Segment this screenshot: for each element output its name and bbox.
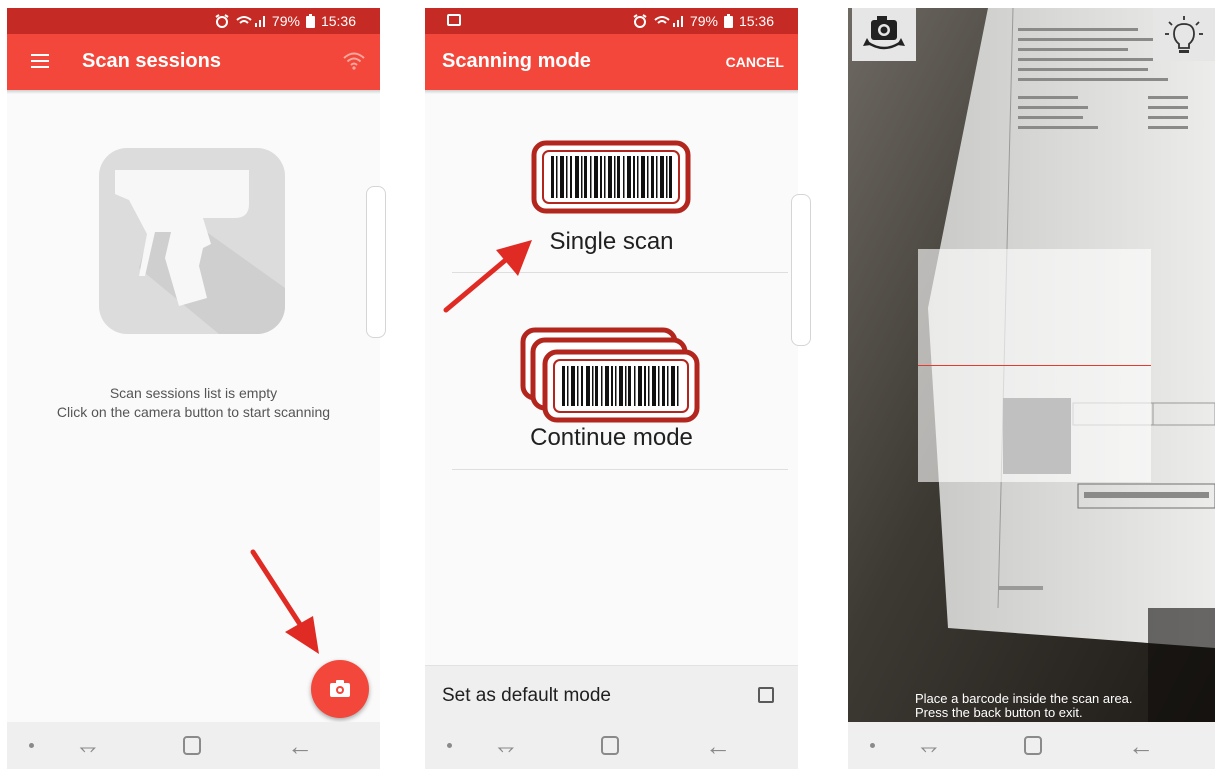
- app-bar: Scan sessions: [7, 34, 380, 90]
- home-icon[interactable]: [1024, 736, 1042, 755]
- default-mode-row[interactable]: Set as default mode: [425, 665, 798, 723]
- home-icon[interactable]: [601, 736, 619, 755]
- scan-sessions-screen: 79% 15:36 Scan sessions Scan sessions li…: [7, 8, 380, 769]
- arrow-to-fab-icon: [250, 549, 319, 654]
- menu-icon[interactable]: [31, 54, 49, 68]
- stacked-barcodes-icon: [520, 327, 700, 423]
- signal-icon: [236, 16, 265, 27]
- alarm-icon: [633, 14, 647, 28]
- recent-apps-icon[interactable]: ⥐: [79, 734, 97, 760]
- barcode-scanner-icon: [99, 148, 285, 334]
- start-scan-button[interactable]: [311, 660, 369, 718]
- lightbulb-icon: [1165, 15, 1203, 53]
- page-title: Scan sessions: [82, 50, 221, 72]
- recent-apps-icon[interactable]: ⥐: [497, 734, 515, 760]
- status-bar: 79% 15:36: [7, 8, 380, 34]
- continue-mode-label: Continue mode: [530, 424, 693, 451]
- continue-mode-option[interactable]: Continue mode: [425, 318, 798, 468]
- cancel-button[interactable]: CANCEL: [726, 54, 784, 70]
- nav-dot: [29, 743, 34, 748]
- wifi-icon[interactable]: [342, 51, 366, 71]
- scan-hint: Place a barcode inside the scan area. Pr…: [915, 692, 1133, 720]
- battery-level: 79%: [271, 13, 300, 29]
- alarm-icon: [215, 14, 229, 28]
- system-nav-bar: ⥐ ←: [425, 722, 798, 769]
- empty-line-1: Scan sessions list is empty: [109, 385, 278, 401]
- scan-line: [918, 365, 1151, 366]
- nav-dot: [447, 743, 452, 748]
- clock: 15:36: [738, 13, 774, 29]
- switch-camera-button[interactable]: [852, 8, 916, 61]
- single-barcode-icon: [531, 140, 691, 214]
- back-icon[interactable]: ←: [1128, 731, 1154, 762]
- camera-icon: [330, 680, 350, 697]
- scanning-mode-screen: 79% 15:36 Scanning mode CANCEL Single sc…: [425, 8, 798, 769]
- gallery-notification-icon: [447, 14, 461, 26]
- page-title: Scanning mode: [442, 50, 591, 72]
- battery-level: 79%: [689, 13, 718, 29]
- hint-line-2: Press the back button to exit.: [915, 705, 1083, 720]
- home-icon[interactable]: [183, 736, 201, 755]
- system-nav-bar: ⥐ ←: [848, 722, 1215, 769]
- app-bar: Scanning mode CANCEL: [425, 34, 798, 90]
- hint-line-1: Place a barcode inside the scan area.: [915, 691, 1133, 706]
- back-icon[interactable]: ←: [705, 731, 731, 762]
- back-icon[interactable]: ←: [287, 731, 313, 762]
- empty-line-2: Click on the camera button to start scan…: [56, 404, 331, 420]
- battery-icon: [723, 14, 733, 28]
- empty-state-message: Scan sessions list is empty Click on the…: [7, 384, 380, 422]
- clock: 15:36: [320, 13, 356, 29]
- default-mode-checkbox[interactable]: [758, 687, 774, 703]
- arrow-to-single-scan-icon: [443, 240, 532, 313]
- system-nav-bar: ⥐ ←: [7, 722, 380, 769]
- adjacent-dialog-edge: [791, 194, 811, 346]
- torch-button[interactable]: [1153, 8, 1215, 61]
- camera-switch-icon: [863, 15, 905, 49]
- divider: [452, 469, 788, 470]
- battery-icon: [305, 14, 315, 28]
- recent-apps-icon[interactable]: ⥐: [920, 734, 938, 760]
- camera-scanner-screen: Place a barcode inside the scan area. Pr…: [848, 8, 1215, 769]
- status-bar: 79% 15:36: [425, 8, 798, 34]
- default-mode-label: Set as default mode: [442, 685, 611, 706]
- nav-dot: [870, 743, 875, 748]
- adjacent-dialog-edge: [366, 186, 386, 338]
- signal-icon: [654, 16, 683, 27]
